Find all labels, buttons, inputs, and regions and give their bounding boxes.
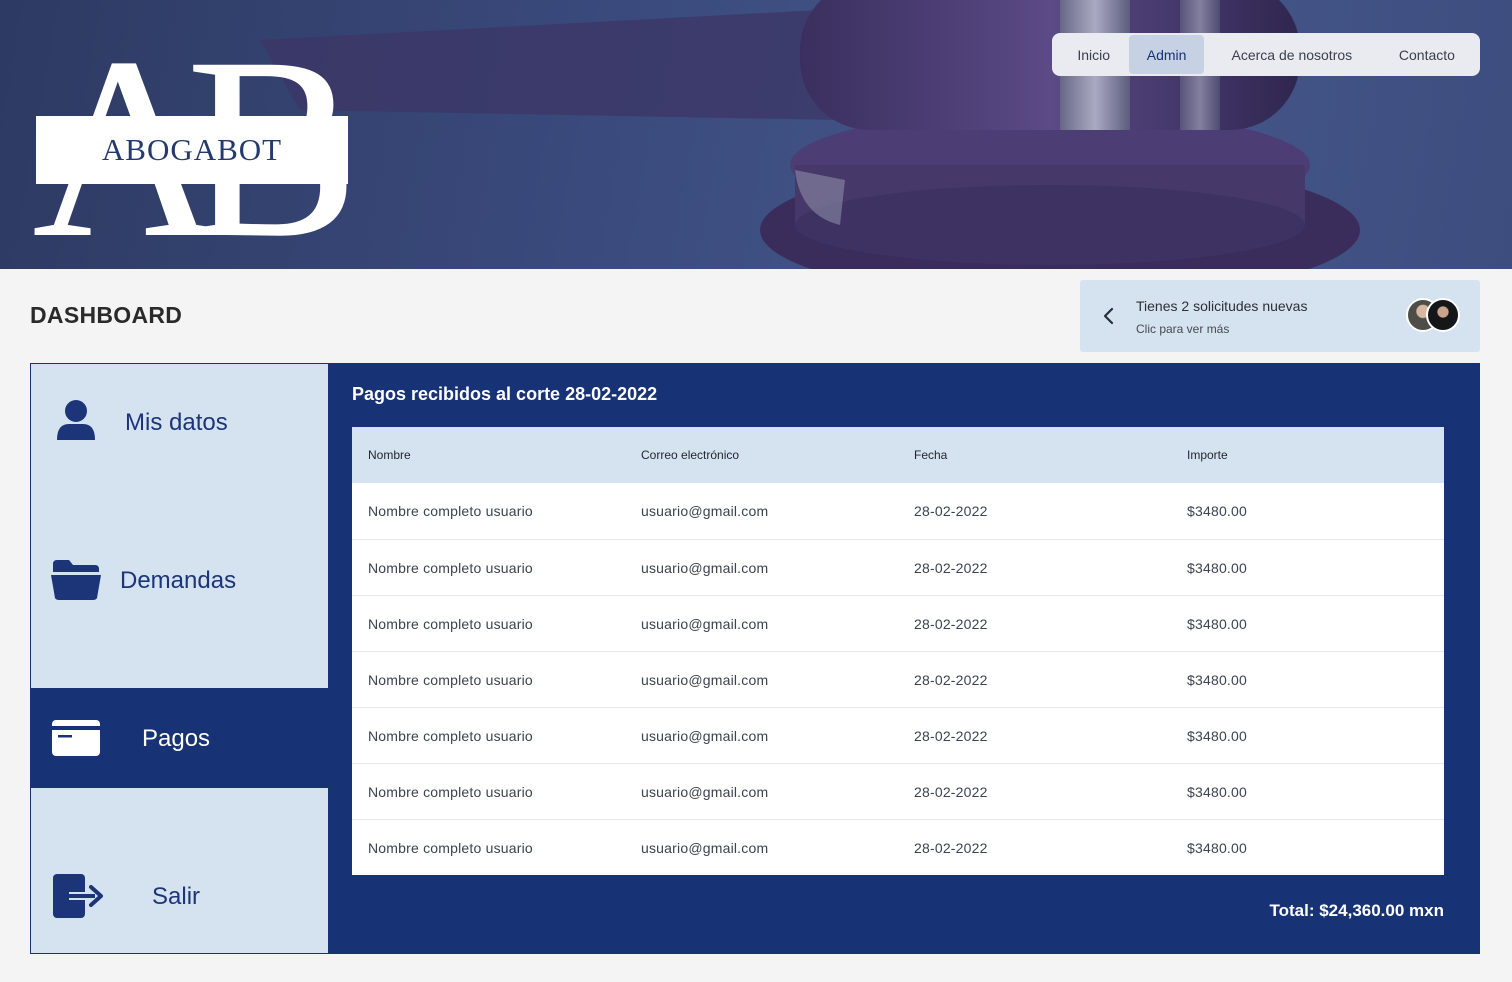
column-header-importe: Importe [1187, 448, 1228, 462]
logo-plate: ABOGABOT [36, 116, 348, 184]
table-row[interactable]: Nombre completo usuario usuario@gmail.co… [352, 819, 1444, 875]
avatar [1426, 298, 1460, 332]
notification-title: Tienes 2 solicitudes nuevas [1136, 298, 1308, 314]
cell-nombre: Nombre completo usuario [368, 839, 533, 856]
cell-fecha: 28-02-2022 [914, 615, 988, 632]
cell-correo: usuario@gmail.com [641, 615, 769, 632]
table-row[interactable]: Nombre completo usuario usuario@gmail.co… [352, 651, 1444, 707]
sidebar-item-label: Mis datos [125, 409, 228, 436]
cell-correo: usuario@gmail.com [641, 503, 769, 519]
cell-fecha: 28-02-2022 [914, 783, 988, 800]
payments-content: Pagos recibidos al corte 28-02-2022 Nomb… [329, 363, 1480, 954]
cell-fecha: 28-02-2022 [914, 671, 988, 688]
payments-title: Pagos recibidos al corte 28-02-2022 [352, 384, 658, 404]
nav-inicio[interactable]: Inicio [1058, 35, 1129, 74]
cell-correo: usuario@gmail.com [641, 783, 769, 800]
cell-importe: $3480.00 [1187, 503, 1247, 519]
notification-subtitle: Clic para ver más [1136, 322, 1230, 336]
cell-correo: usuario@gmail.com [641, 559, 769, 576]
payments-total: Total: $24,360.00 mxn [1269, 901, 1445, 920]
cell-importe: $3480.00 [1187, 559, 1247, 576]
cell-importe: $3480.00 [1187, 671, 1247, 688]
folder-icon [51, 560, 101, 600]
cell-fecha: 28-02-2022 [914, 839, 988, 856]
cell-correo: usuario@gmail.com [641, 671, 769, 688]
table-header: Nombre Correo electrónico Fecha Importe [352, 427, 1444, 483]
table-body: Nombre completo usuario usuario@gmail.co… [352, 483, 1444, 875]
table-row[interactable]: Nombre completo usuario usuario@gmail.co… [352, 483, 1444, 539]
table-row[interactable]: Nombre completo usuario usuario@gmail.co… [352, 595, 1444, 651]
notification-card[interactable]: Tienes 2 solicitudes nuevas Clic para ve… [1080, 280, 1480, 352]
cell-correo: usuario@gmail.com [641, 727, 769, 744]
column-header-correo: Correo electrónico [641, 448, 740, 462]
cell-importe: $3480.00 [1187, 783, 1247, 800]
nav-acerca-de-nosotros[interactable]: Acerca de nosotros [1204, 35, 1380, 74]
cell-nombre: Nombre completo usuario [368, 503, 533, 519]
user-icon [57, 400, 95, 440]
cell-importe: $3480.00 [1187, 839, 1247, 856]
sidebar-item-label: Salir [152, 883, 201, 910]
sidebar-item-label: Pagos [142, 725, 211, 752]
brand-logo[interactable]: AB ABOGABOT [30, 18, 359, 269]
cell-correo: usuario@gmail.com [641, 839, 769, 856]
sidebar-item-salir[interactable]: Salir [31, 846, 328, 946]
column-header-nombre: Nombre [368, 448, 411, 462]
column-header-fecha: Fecha [914, 448, 948, 462]
cell-nombre: Nombre completo usuario [368, 615, 533, 632]
table-row[interactable]: Nombre completo usuario usuario@gmail.co… [352, 539, 1444, 595]
credit-card-icon [52, 720, 100, 756]
page-title: DASHBOARD [30, 302, 183, 328]
sidebar-item-label: Demandas [120, 567, 237, 594]
sign-out-icon [53, 874, 103, 918]
cell-nombre: Nombre completo usuario [368, 671, 533, 688]
dashboard-panel: Mis datos Demandas Pagos Salir Pagos rec… [30, 363, 1480, 954]
cell-nombre: Nombre completo usuario [368, 559, 533, 576]
sidebar-item-mis-datos[interactable]: Mis datos [31, 372, 328, 472]
cell-fecha: 28-02-2022 [914, 727, 988, 744]
brand-name: ABOGABOT [101, 132, 283, 167]
top-navigation: Inicio Admin Acerca de nosotros Contacto [1052, 33, 1480, 76]
nav-contacto[interactable]: Contacto [1380, 35, 1474, 74]
table-row[interactable]: Nombre completo usuario usuario@gmail.co… [352, 763, 1444, 819]
nav-admin[interactable]: Admin [1129, 35, 1204, 74]
cell-fecha: 28-02-2022 [914, 503, 988, 519]
sidebar: Mis datos Demandas Pagos Salir [30, 363, 329, 954]
cell-importe: $3480.00 [1187, 615, 1247, 632]
hero-banner: AB ABOGABOT Inicio Admin Acerca de nosot… [0, 0, 1512, 269]
cell-nombre: Nombre completo usuario [368, 727, 533, 744]
sidebar-item-demandas[interactable]: Demandas [31, 530, 328, 630]
payments-table: Nombre Correo electrónico Fecha Importe … [352, 427, 1444, 875]
cell-importe: $3480.00 [1187, 727, 1247, 744]
cell-nombre: Nombre completo usuario [368, 783, 533, 800]
cell-fecha: 28-02-2022 [914, 559, 988, 576]
table-row[interactable]: Nombre completo usuario usuario@gmail.co… [352, 707, 1444, 763]
chevron-left-icon[interactable] [1102, 306, 1116, 326]
sidebar-item-pagos[interactable]: Pagos [31, 688, 328, 788]
